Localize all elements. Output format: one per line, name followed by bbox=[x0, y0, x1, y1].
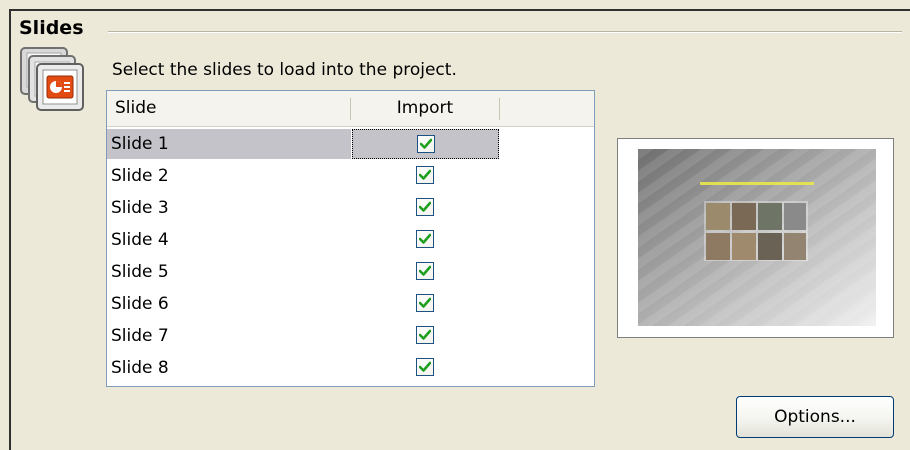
import-checkbox[interactable] bbox=[416, 262, 434, 280]
list-row[interactable]: Slide 8 bbox=[107, 352, 594, 384]
checkmark-icon bbox=[420, 138, 432, 149]
slide-preview bbox=[617, 138, 894, 338]
checkmark-icon bbox=[419, 329, 431, 340]
import-cell[interactable] bbox=[352, 257, 499, 287]
column-header-slide[interactable]: Slide bbox=[115, 91, 350, 126]
import-checkbox[interactable] bbox=[416, 230, 434, 248]
list-row[interactable]: Slide 7 bbox=[107, 320, 594, 352]
list-row[interactable]: Slide 5 bbox=[107, 256, 594, 288]
slide-name: Slide 5 bbox=[111, 262, 169, 282]
import-checkbox[interactable] bbox=[416, 326, 434, 344]
list-row[interactable]: Slide 3 bbox=[107, 192, 594, 224]
panel-top-border bbox=[9, 9, 910, 11]
checkmark-icon bbox=[419, 201, 431, 212]
list-row[interactable]: Slide 2 bbox=[107, 160, 594, 192]
slides-stack-icon bbox=[19, 46, 89, 116]
slide-list[interactable]: Slide Import Slide 1 Slide 2 Slide 3 Sli… bbox=[106, 90, 595, 387]
column-header-import[interactable]: Import bbox=[351, 91, 499, 126]
import-cell[interactable] bbox=[352, 225, 499, 255]
list-header: Slide Import bbox=[107, 91, 594, 127]
instruction-text: Select the slides to load into the proje… bbox=[112, 60, 457, 80]
slide-name: Slide 2 bbox=[111, 166, 169, 186]
slide-name: Slide 8 bbox=[111, 358, 169, 378]
import-cell[interactable] bbox=[352, 129, 499, 159]
group-separator bbox=[108, 31, 902, 33]
import-cell[interactable] bbox=[352, 321, 499, 351]
slide-name: Slide 4 bbox=[111, 230, 169, 250]
panel-left-border bbox=[9, 9, 11, 450]
import-checkbox[interactable] bbox=[416, 358, 434, 376]
checkmark-icon bbox=[419, 233, 431, 244]
checkmark-icon bbox=[419, 265, 431, 276]
import-cell[interactable] bbox=[352, 161, 499, 191]
import-cell[interactable] bbox=[352, 289, 499, 319]
slide-thumbnail bbox=[638, 149, 876, 326]
column-divider[interactable] bbox=[499, 98, 500, 120]
import-cell[interactable] bbox=[352, 193, 499, 223]
import-checkbox[interactable] bbox=[416, 198, 434, 216]
group-title: Slides bbox=[19, 17, 84, 39]
import-checkbox[interactable] bbox=[416, 294, 434, 312]
options-button[interactable]: Options... bbox=[736, 396, 894, 438]
slides-panel: Slides Select the slides to load into th… bbox=[0, 0, 910, 450]
checkmark-icon bbox=[419, 361, 431, 372]
list-row[interactable]: Slide 1 bbox=[107, 128, 594, 160]
slide-name: Slide 7 bbox=[111, 326, 169, 346]
slide-name: Slide 1 bbox=[107, 129, 351, 159]
slide-name: Slide 3 bbox=[111, 198, 169, 218]
list-row[interactable]: Slide 6 bbox=[107, 288, 594, 320]
slide-name: Slide 6 bbox=[111, 294, 169, 314]
checkmark-icon bbox=[419, 297, 431, 308]
import-checkbox[interactable] bbox=[416, 166, 434, 184]
import-checkbox[interactable] bbox=[417, 135, 435, 153]
list-row[interactable]: Slide 4 bbox=[107, 224, 594, 256]
checkmark-icon bbox=[419, 169, 431, 180]
import-cell[interactable] bbox=[352, 353, 499, 383]
